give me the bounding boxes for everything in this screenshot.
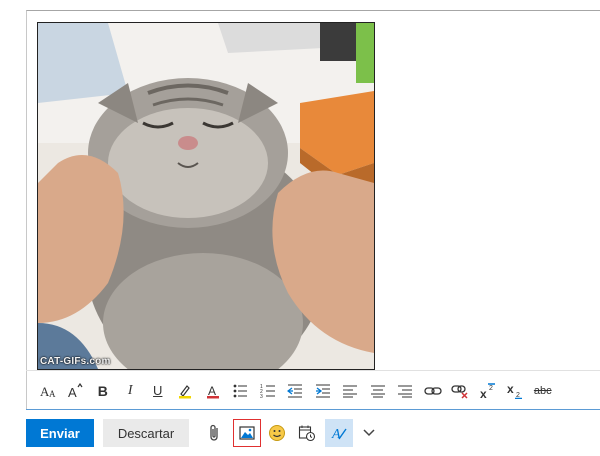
attach-icon[interactable]: [201, 419, 229, 447]
remove-link-icon[interactable]: [447, 377, 475, 405]
compose-bottom-border: [26, 409, 600, 410]
subscript-icon[interactable]: x2: [502, 377, 530, 405]
discard-button[interactable]: Descartar: [103, 419, 189, 447]
align-left-icon[interactable]: [337, 377, 365, 405]
watermark-text: CAT-GIFs.com: [40, 356, 111, 367]
font-color-icon[interactable]: A: [199, 377, 227, 405]
cat-gif-picture: [38, 23, 374, 369]
svg-text:x: x: [507, 383, 514, 396]
grow-font-icon[interactable]: A: [62, 377, 90, 405]
compose-action-bar: Enviar Descartar A: [26, 418, 383, 448]
svg-text:A: A: [49, 389, 56, 399]
chevron-down-icon[interactable]: [355, 419, 383, 447]
svg-text:2: 2: [489, 385, 493, 392]
bullets-icon[interactable]: [227, 377, 255, 405]
inline-cat-image[interactable]: CAT-GIFs.com: [37, 22, 375, 370]
schedule-send-icon[interactable]: [293, 419, 321, 447]
highlight-icon[interactable]: [172, 377, 200, 405]
svg-text:A: A: [331, 427, 341, 442]
numbering-icon[interactable]: 123: [254, 377, 282, 405]
message-body[interactable]: CAT-GIFs.com: [26, 10, 600, 410]
increase-indent-icon[interactable]: [309, 377, 337, 405]
font-size-icon[interactable]: AA: [34, 377, 62, 405]
superscript-icon[interactable]: x2: [474, 377, 502, 405]
decrease-indent-icon[interactable]: [282, 377, 310, 405]
strikethrough-icon[interactable]: abc: [529, 377, 557, 405]
insert-picture-icon[interactable]: [233, 419, 261, 447]
align-right-icon[interactable]: [392, 377, 420, 405]
formatting-toolbar: AA A B I U A 123 x2 x 2 abc: [26, 370, 600, 410]
emoji-icon[interactable]: [263, 419, 291, 447]
svg-text:A: A: [68, 385, 77, 399]
send-button[interactable]: Enviar: [26, 419, 94, 447]
italic-icon[interactable]: I: [117, 377, 145, 405]
svg-text:x: x: [480, 387, 487, 399]
svg-text:3: 3: [260, 394, 263, 399]
insert-link-icon[interactable]: [419, 377, 447, 405]
format-text-icon[interactable]: A: [325, 419, 353, 447]
align-center-icon[interactable]: [364, 377, 392, 405]
svg-text:A: A: [208, 384, 216, 398]
bold-icon[interactable]: B: [89, 377, 117, 405]
underline-icon[interactable]: U: [144, 377, 172, 405]
